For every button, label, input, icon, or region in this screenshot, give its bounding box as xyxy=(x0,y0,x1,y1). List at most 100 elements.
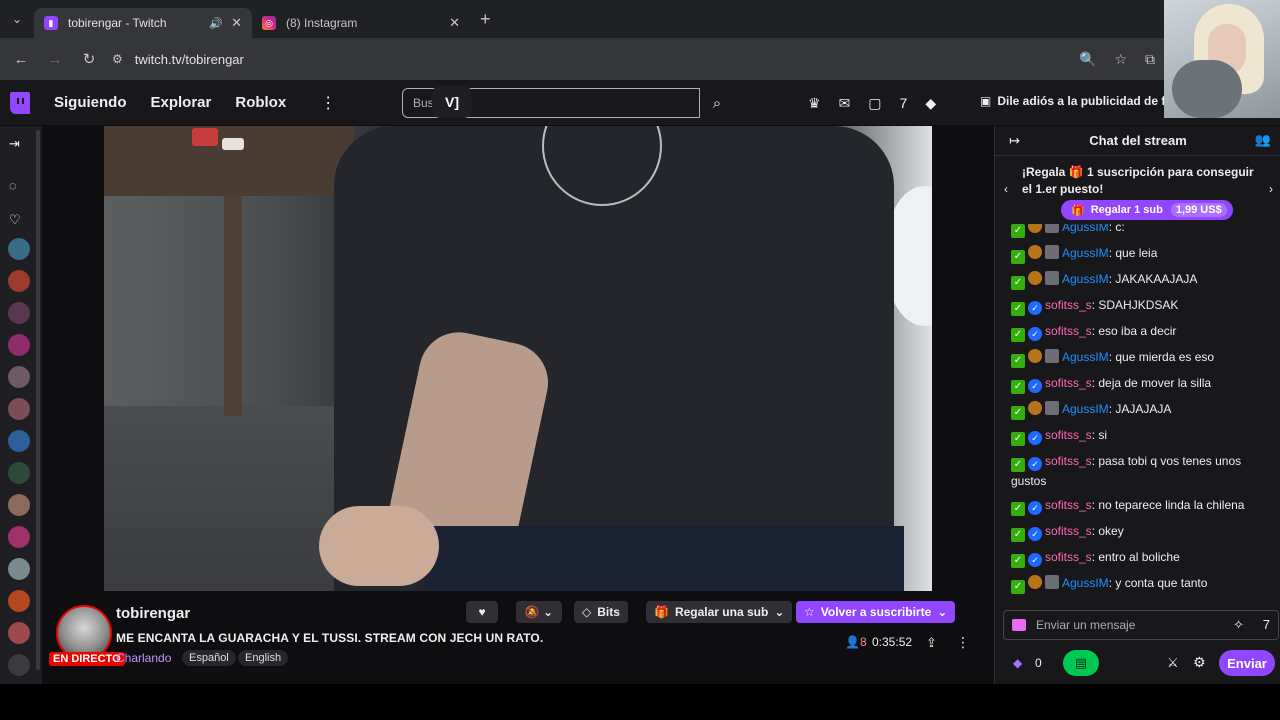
chat-username[interactable]: AgussIM xyxy=(1062,246,1109,260)
followed-channel-avatar[interactable] xyxy=(8,238,30,260)
site-info-icon[interactable]: ⚙ xyxy=(112,52,123,66)
emote-picker-icon[interactable]: 7 xyxy=(1263,617,1270,632)
turbo-icon[interactable]: 7 xyxy=(900,95,908,111)
close-tab-icon[interactable]: ✕ xyxy=(231,15,242,31)
bot-badge-icon[interactable] xyxy=(1045,245,1059,259)
verified-badge-icon[interactable]: ✓ xyxy=(1028,527,1042,541)
chat-username[interactable]: AgussIM xyxy=(1062,272,1109,286)
verified-badge-icon[interactable]: ✓ xyxy=(1028,457,1042,471)
subscriber-badge-icon[interactable] xyxy=(1028,224,1042,233)
chat-username[interactable]: AgussIM xyxy=(1062,224,1109,234)
followed-channel-avatar[interactable] xyxy=(8,462,30,484)
verified-badge-icon[interactable]: ✓ xyxy=(1028,301,1042,315)
moderator-badge-icon[interactable]: ✓ xyxy=(1011,276,1025,290)
moderator-badge-icon[interactable]: ✓ xyxy=(1011,406,1025,420)
back-icon[interactable]: ← xyxy=(4,51,38,68)
reload-icon[interactable]: ↻ xyxy=(72,50,106,68)
subscriber-badge-icon[interactable] xyxy=(1028,401,1042,415)
more-options-icon[interactable]: ⋮ xyxy=(956,634,970,651)
forward-icon[interactable]: → xyxy=(38,51,72,68)
share-icon[interactable]: ⇪ xyxy=(926,635,937,651)
video-player-area[interactable] xyxy=(42,126,994,591)
chat-username[interactable]: AgussIM xyxy=(1062,576,1109,590)
gift-one-sub-button[interactable]: 🎁 Regalar 1 sub 1,99 US$ xyxy=(1061,200,1233,220)
nav-roblox[interactable]: Roblox xyxy=(235,94,286,111)
followed-channel-avatar[interactable] xyxy=(8,622,30,644)
chat-username[interactable]: AgussIM xyxy=(1062,402,1109,416)
bot-badge-icon[interactable] xyxy=(1045,349,1059,363)
moderator-badge-icon[interactable]: ✓ xyxy=(1011,580,1025,594)
followed-channel-avatar[interactable] xyxy=(8,430,30,452)
bits-gem-icon[interactable]: ◆ xyxy=(925,95,936,112)
notifications-button[interactable]: 🔕 ⌄ xyxy=(516,601,562,623)
recommended-icon[interactable]: ◌ xyxy=(9,178,17,193)
chat-username[interactable]: AgussIM xyxy=(1062,350,1109,364)
moderator-badge-icon[interactable]: ✓ xyxy=(1011,354,1025,368)
followed-channel-avatar[interactable] xyxy=(8,334,30,356)
crown-icon[interactable]: ♛ xyxy=(808,95,821,112)
chat-username[interactable]: sofitss_s xyxy=(1045,298,1092,312)
gift-sub-button[interactable]: 🎁 Regalar una sub ⌄ xyxy=(646,601,793,623)
bot-badge-icon[interactable] xyxy=(1045,224,1059,233)
moderator-badge-icon[interactable]: ✓ xyxy=(1011,502,1025,516)
subscriber-badge-icon[interactable] xyxy=(1028,245,1042,259)
bits-button[interactable]: ◇ Bits xyxy=(574,601,628,623)
followed-channel-avatar[interactable] xyxy=(8,270,30,292)
speaker-icon[interactable]: 🔊 xyxy=(209,17,223,30)
ad-free-button[interactable]: ▣ Dile adiós a la publicidad de for xyxy=(980,94,1177,108)
bot-badge-icon[interactable] xyxy=(1045,271,1059,285)
followed-channel-avatar[interactable] xyxy=(8,526,30,548)
chat-settings-icon[interactable]: ⚙ xyxy=(1193,654,1206,671)
subscriber-badge-icon[interactable] xyxy=(1028,349,1042,363)
followed-channel-avatar[interactable] xyxy=(8,366,30,388)
close-tab-icon[interactable]: ✕ xyxy=(449,15,460,31)
moderator-badge-icon[interactable]: ✓ xyxy=(1011,380,1025,394)
sidebar-scrollbar[interactable] xyxy=(36,130,40,670)
moderator-badge-icon[interactable]: ✓ xyxy=(1011,528,1025,542)
verified-badge-icon[interactable]: ✓ xyxy=(1028,379,1042,393)
channel-name[interactable]: tobirengar xyxy=(116,605,190,622)
tab-search-icon[interactable]: ⌄ xyxy=(0,0,34,38)
extensions-icon[interactable]: ⧉ xyxy=(1145,51,1155,68)
bot-badge-icon[interactable] xyxy=(1045,401,1059,415)
nav-browse[interactable]: Explorar xyxy=(151,94,212,111)
followed-channel-avatar[interactable] xyxy=(8,494,30,516)
followed-channel-avatar[interactable] xyxy=(8,398,30,420)
resubscribe-button[interactable]: ☆ Volver a suscribirte ⌄ xyxy=(796,601,956,623)
stream-category[interactable]: Charlando xyxy=(116,651,171,665)
chat-username[interactable]: sofitss_s xyxy=(1045,454,1092,468)
verified-badge-icon[interactable]: ✓ xyxy=(1028,327,1042,341)
subscriber-badge-icon[interactable] xyxy=(1028,575,1042,589)
verified-badge-icon[interactable]: ✓ xyxy=(1028,431,1042,445)
followed-channel-avatar[interactable] xyxy=(8,558,30,580)
subscriber-badge-icon[interactable] xyxy=(1028,271,1042,285)
new-tab-icon[interactable]: + xyxy=(480,9,491,30)
followed-channel-avatar[interactable] xyxy=(8,654,30,676)
moderator-badge-icon[interactable]: ✓ xyxy=(1011,302,1025,316)
chat-username[interactable]: sofitss_s xyxy=(1045,376,1092,390)
chevron-right-icon[interactable]: › xyxy=(1269,182,1273,196)
bot-badge-icon[interactable] xyxy=(1045,575,1059,589)
chat-input[interactable]: Enviar un mensaje ✧ 7 xyxy=(1003,610,1279,640)
chat-username[interactable]: sofitss_s xyxy=(1045,550,1092,564)
verified-badge-icon[interactable]: ✓ xyxy=(1028,501,1042,515)
collapse-chat-icon[interactable]: ↦ xyxy=(1009,133,1020,149)
chevron-left-icon[interactable]: ‹ xyxy=(1004,182,1008,196)
chat-username[interactable]: sofitss_s xyxy=(1045,324,1092,338)
moderator-badge-icon[interactable]: ✓ xyxy=(1011,432,1025,446)
chat-username[interactable]: sofitss_s xyxy=(1045,498,1092,512)
zoom-icon[interactable]: 🔍 xyxy=(1079,51,1096,68)
tag-spanish[interactable]: Español xyxy=(182,650,236,666)
animated-emote-icon[interactable]: ✧ xyxy=(1233,617,1244,633)
inbox-icon[interactable]: ✉ xyxy=(839,95,851,112)
chat-username[interactable]: sofitss_s xyxy=(1045,428,1092,442)
moderator-badge-icon[interactable]: ✓ xyxy=(1011,458,1025,472)
mod-tools-icon[interactable]: ⚔ xyxy=(1167,655,1179,671)
tab-instagram[interactable]: ◎ (8) Instagram ✕ xyxy=(252,8,470,38)
followed-channel-avatar[interactable] xyxy=(8,302,30,324)
more-menu-icon[interactable]: ⋮ xyxy=(320,93,336,113)
heart-icon[interactable]: ♡ xyxy=(9,212,21,228)
bits-icon[interactable]: ◆ xyxy=(1013,656,1022,670)
verified-badge-icon[interactable]: ✓ xyxy=(1028,553,1042,567)
moderator-badge-icon[interactable]: ✓ xyxy=(1011,328,1025,342)
